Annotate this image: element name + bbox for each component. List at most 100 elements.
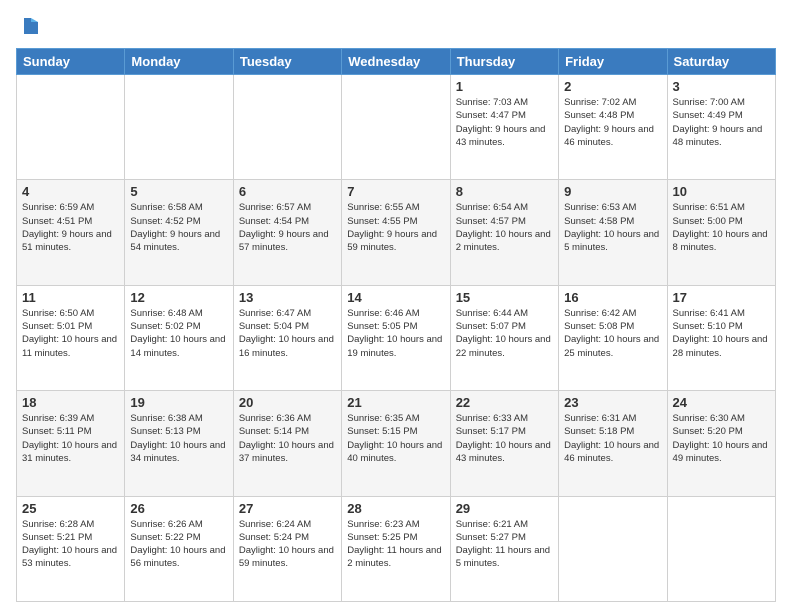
day-number: 28 — [347, 501, 444, 516]
day-number: 2 — [564, 79, 661, 94]
day-cell: 23 Sunrise: 6:31 AM Sunset: 5:18 PM Dayli… — [559, 391, 667, 496]
day-cell — [233, 75, 341, 180]
day-number: 19 — [130, 395, 227, 410]
day-number: 18 — [22, 395, 119, 410]
day-cell — [559, 496, 667, 601]
day-info: Sunrise: 6:59 AM Sunset: 4:51 PM Dayligh… — [22, 201, 119, 254]
day-info: Sunrise: 7:03 AM Sunset: 4:47 PM Dayligh… — [456, 96, 553, 149]
day-cell: 26 Sunrise: 6:26 AM Sunset: 5:22 PM Dayli… — [125, 496, 233, 601]
day-info: Sunrise: 6:24 AM Sunset: 5:24 PM Dayligh… — [239, 518, 336, 571]
day-cell: 9 Sunrise: 6:53 AM Sunset: 4:58 PM Daylig… — [559, 180, 667, 285]
day-info: Sunrise: 6:50 AM Sunset: 5:01 PM Dayligh… — [22, 307, 119, 360]
day-number: 17 — [673, 290, 770, 305]
week-row-4: 25 Sunrise: 6:28 AM Sunset: 5:21 PM Dayli… — [17, 496, 776, 601]
day-number: 24 — [673, 395, 770, 410]
day-cell: 14 Sunrise: 6:46 AM Sunset: 5:05 PM Dayli… — [342, 285, 450, 390]
week-row-1: 4 Sunrise: 6:59 AM Sunset: 4:51 PM Daylig… — [17, 180, 776, 285]
day-info: Sunrise: 6:36 AM Sunset: 5:14 PM Dayligh… — [239, 412, 336, 465]
day-cell — [667, 496, 775, 601]
day-number: 20 — [239, 395, 336, 410]
day-number: 5 — [130, 184, 227, 199]
day-cell: 5 Sunrise: 6:58 AM Sunset: 4:52 PM Daylig… — [125, 180, 233, 285]
page: SundayMondayTuesdayWednesdayThursdayFrid… — [0, 0, 792, 612]
day-info: Sunrise: 6:39 AM Sunset: 5:11 PM Dayligh… — [22, 412, 119, 465]
day-cell: 8Sunrise: 6:54 AM Sunset: 4:57 PM Daylig… — [450, 180, 558, 285]
day-info: Sunrise: 6:51 AM Sunset: 5:00 PM Dayligh… — [673, 201, 770, 254]
col-header-monday: Monday — [125, 49, 233, 75]
day-info: Sunrise: 6:33 AM Sunset: 5:17 PM Dayligh… — [456, 412, 553, 465]
day-info: Sunrise: 6:26 AM Sunset: 5:22 PM Dayligh… — [130, 518, 227, 571]
day-number: 23 — [564, 395, 661, 410]
day-info: Sunrise: 6:42 AM Sunset: 5:08 PM Dayligh… — [564, 307, 661, 360]
day-cell: 2 Sunrise: 7:02 AM Sunset: 4:48 PM Daylig… — [559, 75, 667, 180]
week-row-0: 1 Sunrise: 7:03 AM Sunset: 4:47 PM Daylig… — [17, 75, 776, 180]
day-info: Sunrise: 6:55 AM Sunset: 4:55 PM Dayligh… — [347, 201, 444, 254]
day-info: Sunrise: 6:31 AM Sunset: 5:18 PM Dayligh… — [564, 412, 661, 465]
day-info: Sunrise: 6:28 AM Sunset: 5:21 PM Dayligh… — [22, 518, 119, 571]
day-number: 14 — [347, 290, 444, 305]
day-number: 16 — [564, 290, 661, 305]
day-info: Sunrise: 6:53 AM Sunset: 4:58 PM Dayligh… — [564, 201, 661, 254]
day-cell: 21 Sunrise: 6:35 AM Sunset: 5:15 PM Dayli… — [342, 391, 450, 496]
day-cell: 22 Sunrise: 6:33 AM Sunset: 5:17 PM Dayli… — [450, 391, 558, 496]
day-info: Sunrise: 6:35 AM Sunset: 5:15 PM Dayligh… — [347, 412, 444, 465]
day-number: 13 — [239, 290, 336, 305]
day-info: Sunrise: 6:30 AM Sunset: 5:20 PM Dayligh… — [673, 412, 770, 465]
calendar-header-row: SundayMondayTuesdayWednesdayThursdayFrid… — [17, 49, 776, 75]
day-cell: 25 Sunrise: 6:28 AM Sunset: 5:21 PM Dayli… — [17, 496, 125, 601]
day-number: 6 — [239, 184, 336, 199]
day-number: 9 — [564, 184, 661, 199]
day-cell: 16 Sunrise: 6:42 AM Sunset: 5:08 PM Dayli… — [559, 285, 667, 390]
day-cell: 1 Sunrise: 7:03 AM Sunset: 4:47 PM Daylig… — [450, 75, 558, 180]
col-header-thursday: Thursday — [450, 49, 558, 75]
day-info: Sunrise: 6:41 AM Sunset: 5:10 PM Dayligh… — [673, 307, 770, 360]
col-header-friday: Friday — [559, 49, 667, 75]
day-number: 11 — [22, 290, 119, 305]
day-cell: 27 Sunrise: 6:24 AM Sunset: 5:24 PM Dayli… — [233, 496, 341, 601]
logo-icon — [20, 16, 42, 38]
col-header-saturday: Saturday — [667, 49, 775, 75]
day-number: 27 — [239, 501, 336, 516]
day-cell: 3 Sunrise: 7:00 AM Sunset: 4:49 PM Daylig… — [667, 75, 775, 180]
day-cell: 18 Sunrise: 6:39 AM Sunset: 5:11 PM Dayli… — [17, 391, 125, 496]
day-info: Sunrise: 6:38 AM Sunset: 5:13 PM Dayligh… — [130, 412, 227, 465]
calendar: SundayMondayTuesdayWednesdayThursdayFrid… — [16, 48, 776, 602]
day-cell: 17 Sunrise: 6:41 AM Sunset: 5:10 PM Dayli… — [667, 285, 775, 390]
day-cell: 6 Sunrise: 6:57 AM Sunset: 4:54 PM Daylig… — [233, 180, 341, 285]
day-cell: 15 Sunrise: 6:44 AM Sunset: 5:07 PM Dayli… — [450, 285, 558, 390]
day-cell: 11 Sunrise: 6:50 AM Sunset: 5:01 PM Dayli… — [17, 285, 125, 390]
day-cell: 29Sunrise: 6:21 AM Sunset: 5:27 PM Dayli… — [450, 496, 558, 601]
day-number: 8 — [456, 184, 553, 199]
day-number: 3 — [673, 79, 770, 94]
week-row-3: 18 Sunrise: 6:39 AM Sunset: 5:11 PM Dayli… — [17, 391, 776, 496]
day-cell: 24 Sunrise: 6:30 AM Sunset: 5:20 PM Dayli… — [667, 391, 775, 496]
day-info: Sunrise: 6:48 AM Sunset: 5:02 PM Dayligh… — [130, 307, 227, 360]
day-info: Sunrise: 6:58 AM Sunset: 4:52 PM Dayligh… — [130, 201, 227, 254]
day-cell — [342, 75, 450, 180]
day-cell: 13Sunrise: 6:47 AM Sunset: 5:04 PM Dayli… — [233, 285, 341, 390]
day-number: 15 — [456, 290, 553, 305]
day-number: 22 — [456, 395, 553, 410]
day-cell — [125, 75, 233, 180]
day-info: Sunrise: 6:46 AM Sunset: 5:05 PM Dayligh… — [347, 307, 444, 360]
day-info: Sunrise: 7:02 AM Sunset: 4:48 PM Dayligh… — [564, 96, 661, 149]
day-number: 7 — [347, 184, 444, 199]
day-info: Sunrise: 6:57 AM Sunset: 4:54 PM Dayligh… — [239, 201, 336, 254]
col-header-sunday: Sunday — [17, 49, 125, 75]
day-number: 25 — [22, 501, 119, 516]
day-number: 26 — [130, 501, 227, 516]
day-number: 1 — [456, 79, 553, 94]
day-number: 21 — [347, 395, 444, 410]
day-cell: 10Sunrise: 6:51 AM Sunset: 5:00 PM Dayli… — [667, 180, 775, 285]
day-cell: 28 Sunrise: 6:23 AM Sunset: 5:25 PM Dayli… — [342, 496, 450, 601]
header — [16, 16, 776, 38]
day-info: Sunrise: 6:23 AM Sunset: 5:25 PM Dayligh… — [347, 518, 444, 571]
day-info: Sunrise: 7:00 AM Sunset: 4:49 PM Dayligh… — [673, 96, 770, 149]
logo — [16, 16, 42, 38]
day-number: 4 — [22, 184, 119, 199]
day-cell: 12 Sunrise: 6:48 AM Sunset: 5:02 PM Dayli… — [125, 285, 233, 390]
day-number: 12 — [130, 290, 227, 305]
day-cell: 19 Sunrise: 6:38 AM Sunset: 5:13 PM Dayli… — [125, 391, 233, 496]
day-cell — [17, 75, 125, 180]
day-info: Sunrise: 6:44 AM Sunset: 5:07 PM Dayligh… — [456, 307, 553, 360]
